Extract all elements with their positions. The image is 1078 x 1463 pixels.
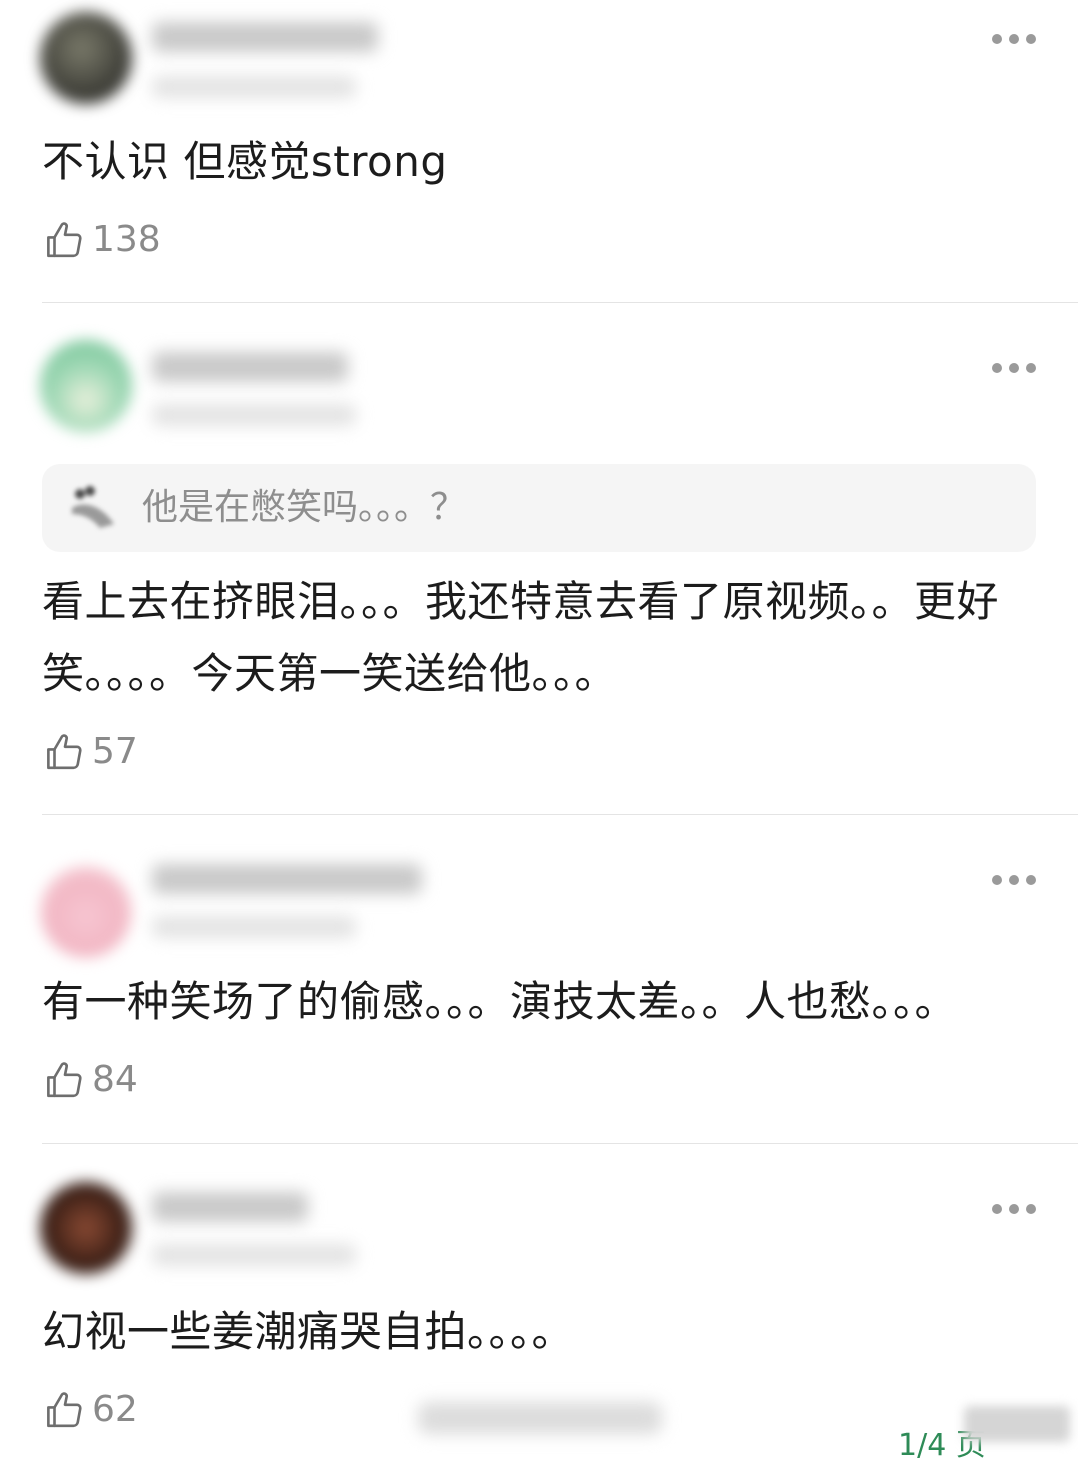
avatar[interactable] bbox=[40, 340, 132, 432]
like-button[interactable]: 57 bbox=[44, 730, 138, 774]
username-blurred[interactable] bbox=[152, 22, 378, 52]
more-options-icon[interactable] bbox=[992, 874, 1036, 886]
divider bbox=[42, 814, 1078, 815]
timestamp-blurred bbox=[152, 76, 356, 98]
like-count: 57 bbox=[92, 731, 138, 772]
like-count: 84 bbox=[92, 1059, 138, 1100]
avatar[interactable] bbox=[40, 12, 132, 104]
comment-text: 有一种笑场了的偷感。。。演技太差。。人也愁。。。 bbox=[42, 977, 958, 1026]
thumbs-up-icon bbox=[47, 222, 82, 258]
avatar[interactable] bbox=[40, 866, 132, 958]
more-options-icon[interactable] bbox=[992, 1203, 1036, 1215]
timestamp-blurred bbox=[152, 916, 356, 938]
footer-blurred-text bbox=[418, 1402, 662, 1434]
like-button[interactable]: 62 bbox=[44, 1388, 138, 1432]
like-count: 62 bbox=[92, 1389, 138, 1430]
more-options-icon[interactable] bbox=[992, 362, 1036, 374]
comment-text: 不认识 但感觉strong bbox=[42, 137, 448, 186]
more-options-icon[interactable] bbox=[992, 33, 1036, 45]
like-button[interactable]: 138 bbox=[44, 218, 161, 262]
comment-text: 幻视一些姜潮痛哭自拍。。。。 bbox=[42, 1307, 575, 1356]
watermark-blurred bbox=[964, 1406, 1070, 1442]
divider bbox=[42, 1143, 1078, 1144]
like-button[interactable]: 84 bbox=[44, 1058, 138, 1102]
thumbs-up-icon bbox=[47, 1392, 82, 1428]
thumbs-up-icon bbox=[47, 734, 82, 770]
like-count: 138 bbox=[92, 219, 161, 260]
avatar[interactable] bbox=[40, 1182, 132, 1274]
quoted-reply[interactable]: 他是在憋笑吗。。。？ bbox=[42, 464, 1036, 552]
quoted-text: 他是在憋笑吗。。。？ bbox=[142, 487, 467, 528]
username-blurred[interactable] bbox=[152, 1192, 308, 1222]
thumbs-up-icon bbox=[47, 1062, 82, 1098]
quote-avatar-icon bbox=[72, 486, 114, 528]
divider bbox=[42, 302, 1078, 303]
timestamp-blurred bbox=[152, 404, 356, 426]
comment-text: 看上去在挤眼泪。。。我还特意去看了原视频。。更好笑。。。。今天第一笑送给他。。。 bbox=[42, 577, 1000, 698]
username-blurred[interactable] bbox=[152, 352, 348, 382]
timestamp-blurred bbox=[152, 1244, 356, 1266]
username-blurred[interactable] bbox=[152, 864, 422, 894]
